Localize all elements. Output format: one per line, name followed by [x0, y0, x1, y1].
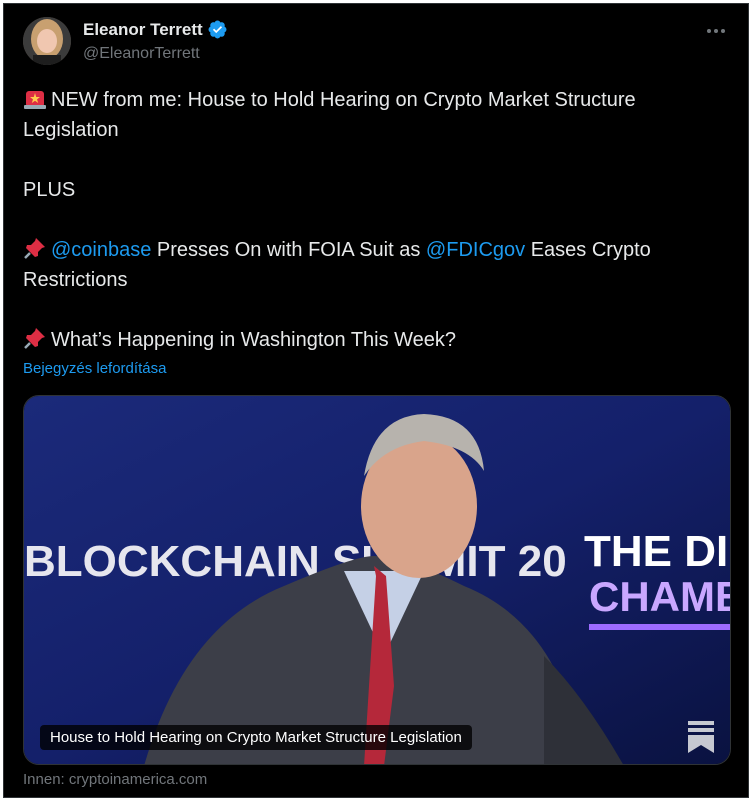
author-name[interactable]: Eleanor Terrett: [83, 20, 203, 40]
tweet-line-2: @coinbase Presses On with FOIA Suit as @…: [23, 235, 723, 295]
backdrop-left-text: BLOCKCHAIN SUMMIT 20: [24, 537, 567, 586]
tweet-line-3: What’s Happening in Washington This Week…: [23, 325, 723, 355]
tweet-line-1-text: NEW from me: House to Hold Hearing on Cr…: [23, 89, 636, 141]
verified-badge-icon: [208, 20, 227, 39]
pushpin-emoji-icon: [24, 328, 45, 349]
avatar[interactable]: [23, 17, 71, 65]
card-photo: BLOCKCHAIN SUMMIT 20 THE DIGITAL CHAMBER: [24, 396, 731, 764]
avatar-image: [23, 17, 71, 65]
tweet-line-3-text: What’s Happening in Washington This Week…: [51, 329, 457, 351]
tweet-line-1: NEW from me: House to Hold Hearing on Cr…: [23, 85, 723, 145]
link-source[interactable]: Innen: cryptoinamerica.com: [23, 771, 207, 788]
link-card[interactable]: BLOCKCHAIN SUMMIT 20 THE DIGITAL CHAMBER…: [23, 395, 731, 765]
siren-emoji-icon: [24, 91, 46, 109]
mention-coinbase[interactable]: @coinbase: [51, 239, 151, 261]
backdrop-right-text-2: CHAMBER: [589, 573, 731, 620]
mention-fdicgov[interactable]: @FDICgov: [426, 239, 525, 261]
more-options-icon[interactable]: [704, 19, 728, 43]
tweet-plus: PLUS: [23, 179, 76, 201]
tweet-line-2-text-a: Presses On with FOIA Suit as: [151, 239, 426, 261]
author-handle[interactable]: @EleanorTerrett: [83, 45, 200, 63]
pushpin-emoji-icon: [24, 238, 45, 259]
card-caption: House to Hold Hearing on Crypto Market S…: [40, 725, 472, 750]
bookmark-icon[interactable]: [686, 720, 716, 754]
translate-post-link[interactable]: Bejegyzés lefordítása: [23, 360, 166, 377]
tweet[interactable]: Eleanor Terrett @EleanorTerrett NEW from…: [3, 3, 749, 798]
tweet-text: NEW from me: House to Hold Hearing on Cr…: [23, 85, 723, 355]
backdrop-right-text-1: THE DIGITAL: [584, 527, 731, 576]
